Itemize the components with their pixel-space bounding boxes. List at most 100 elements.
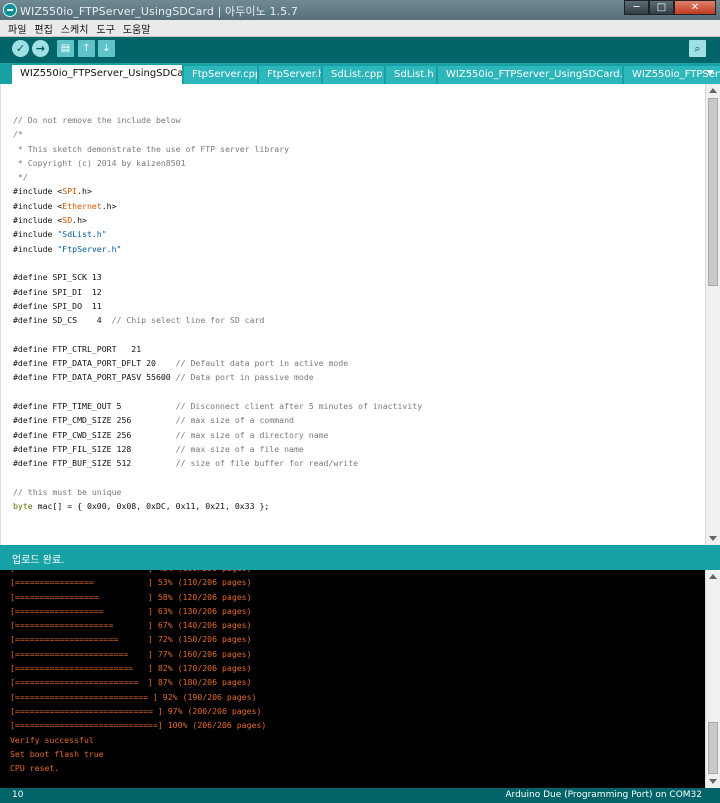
code-line: #include <SD.h>: [13, 213, 422, 227]
console-line: [================= ] 58% (120/206 pages): [10, 591, 252, 602]
code-token: #define FTP_CMD_SIZE 256: [13, 415, 176, 426]
code-token: #include <: [13, 215, 63, 226]
console-scroll-down-icon[interactable]: [709, 779, 717, 784]
code-token: // max size of a file name: [175, 443, 304, 454]
menu-sketch[interactable]: 스케치: [61, 21, 89, 36]
new-sketch-button[interactable]: ▤: [57, 40, 74, 57]
editor-scrollbar[interactable]: [705, 84, 720, 545]
code-token: // max size of a command: [175, 415, 294, 426]
code-line: #define FTP_DATA_PORT_DFLT 20 // Default…: [13, 356, 422, 370]
code-token: #define SPI_DI 12: [13, 286, 102, 297]
open-sketch-button[interactable]: ↑: [78, 40, 95, 57]
code-token: #define FTP_CWD_SIZE 256: [13, 429, 176, 440]
code-token: SD: [62, 215, 73, 226]
code-line: /*: [13, 127, 422, 141]
code-token: mac[] = { 0x00, 0x08, 0xDC, 0x11, 0x21, …: [32, 501, 270, 512]
code-line: #define FTP_DATA_PORT_PASV 55600 // Data…: [13, 370, 422, 384]
code-token: // Data port in passive mode: [175, 372, 314, 383]
tab-main-sketch-cpp[interactable]: WIZ550io_FTPServer_UsingSDCard.cpp: [438, 66, 622, 84]
window-controls: ─ □ ✕: [624, 0, 716, 15]
code-token: // this must be unique: [13, 486, 122, 497]
code-token: #define SD_CS 4: [13, 315, 112, 326]
code-token: // Chip select line for SD card: [111, 315, 265, 326]
code-token: // max size of a directory name: [175, 429, 329, 440]
code-token: .h>: [77, 186, 92, 197]
code-line: #define FTP_TIME_OUT 5 // Disconnect cli…: [13, 399, 422, 413]
code-token: /*: [13, 129, 23, 140]
code-token: #define SPI_DO 11: [13, 300, 102, 311]
code-token: Ethernet: [62, 200, 102, 211]
code-line: */: [13, 170, 422, 184]
status-message: 업로드 완료.: [12, 555, 65, 566]
code-line: byte mac[] = { 0x00, 0x08, 0xDC, 0x11, 0…: [13, 499, 422, 513]
tab-bar: WIZ550io_FTPServer_UsingSDCard FtpServer…: [0, 63, 720, 84]
tab-sdlist-h[interactable]: SdList.h: [386, 66, 436, 84]
menu-bar: 파일 편집 스케치 도구 도움말: [0, 20, 720, 37]
console-scrollbar[interactable]: [705, 570, 720, 788]
window-title-bar: WIZ550io_FTPServer_UsingSDCard | 아두이노 1.…: [0, 0, 720, 20]
console-line: [===================== ] 72% (150/206 pa…: [10, 634, 252, 645]
console-output: [============== ] 48% (100/206 pages)[==…: [0, 570, 705, 788]
menu-tools[interactable]: 도구: [96, 21, 114, 36]
console-scroll-thumb[interactable]: [708, 722, 718, 774]
console-line: [================== ] 63% (130/206 pages…: [10, 605, 252, 616]
console-line: [=========================== ] 92% (190/…: [10, 691, 257, 702]
scroll-down-icon[interactable]: [709, 536, 717, 541]
code-line: #define SPI_DO 11: [13, 299, 422, 313]
code-token: #define FTP_CTRL_PORT 21: [13, 343, 142, 354]
tab-ftpserver-h[interactable]: FtpServer.h: [259, 66, 321, 84]
upload-button[interactable]: →: [32, 40, 49, 57]
menu-help[interactable]: 도움말: [123, 21, 151, 36]
console-line: [==================== ] 67% (140/206 pag…: [10, 620, 252, 631]
code-token: byte: [13, 501, 33, 512]
tab-overflow[interactable]: WIZ550io_FTPServe: [624, 66, 720, 84]
code-line: #define FTP_BUF_SIZE 512 // size of file…: [13, 456, 422, 470]
code-line: #define FTP_CMD_SIZE 256 // max size of …: [13, 413, 422, 427]
tab-menu-arrow-icon[interactable]: [706, 70, 714, 75]
serial-monitor-button[interactable]: ⌕: [689, 40, 706, 57]
code-token: // Default data port in active mode: [175, 358, 349, 369]
verify-button[interactable]: ✓: [12, 40, 29, 57]
code-token: .h>: [101, 200, 117, 211]
code-token: */: [13, 172, 28, 183]
code-token: #define FTP_DATA_PORT_DFLT 20: [13, 358, 176, 369]
minimize-button[interactable]: ─: [624, 0, 649, 15]
tab-ftpserver-cpp[interactable]: FtpServer.cpp: [184, 66, 257, 84]
code-token: // Disconnect client after 5 minutes of …: [175, 400, 423, 411]
code-token: "SdList.h": [57, 229, 107, 240]
code-token: #define FTP_FIL_SIZE 128: [13, 443, 176, 454]
code-line: #define FTP_CTRL_PORT 21: [13, 342, 422, 356]
code-line: #define SD_CS 4 // Chip select line for …: [13, 313, 422, 327]
menu-edit[interactable]: 편집: [34, 21, 52, 36]
code-line: #define FTP_CWD_SIZE 256 // max size of …: [13, 428, 422, 442]
save-sketch-button[interactable]: ↓: [98, 40, 115, 57]
console-line: Set boot flash true: [10, 748, 104, 759]
toolbar: ✓ → ▤ ↑ ↓ ⌕: [0, 37, 720, 63]
menu-file[interactable]: 파일: [8, 21, 26, 36]
console-line: Verify successful: [10, 734, 94, 745]
console-line: [=============================] 100% (20…: [10, 720, 267, 731]
scroll-up-icon[interactable]: [709, 88, 717, 93]
tab-main-sketch[interactable]: WIZ550io_FTPServer_UsingSDCard: [12, 65, 182, 84]
status-bar: 업로드 완료.: [0, 545, 720, 570]
code-line: #define FTP_FIL_SIZE 128 // max size of …: [13, 442, 422, 456]
code-line: #include <SPI.h>: [13, 184, 422, 198]
code-editor[interactable]: // Do not remove the include below /* * T…: [0, 84, 705, 545]
code-line: #define SPI_SCK 13: [13, 270, 422, 284]
console-line: [============================ ] 97% (200…: [10, 705, 262, 716]
code-line: #include <Ethernet.h>: [13, 199, 422, 213]
console-scroll-up-icon[interactable]: [709, 574, 717, 579]
tab-sdlist-cpp[interactable]: SdList.cpp: [323, 66, 384, 84]
code-line: // Do not remove the include below: [13, 113, 422, 127]
code-token: #include: [13, 229, 58, 240]
editor-scroll-thumb[interactable]: [708, 98, 718, 286]
maximize-button[interactable]: □: [649, 0, 674, 15]
close-button[interactable]: ✕: [674, 0, 716, 15]
code-line: * Copyright (c) 2014 by kaizen8501: [13, 156, 422, 170]
console-line: [================ ] 53% (110/206 pages): [10, 577, 252, 588]
window-title: WIZ550io_FTPServer_UsingSDCard | 아두이노 1.…: [20, 5, 298, 18]
code-token: #define FTP_DATA_PORT_PASV 55600: [13, 372, 176, 383]
